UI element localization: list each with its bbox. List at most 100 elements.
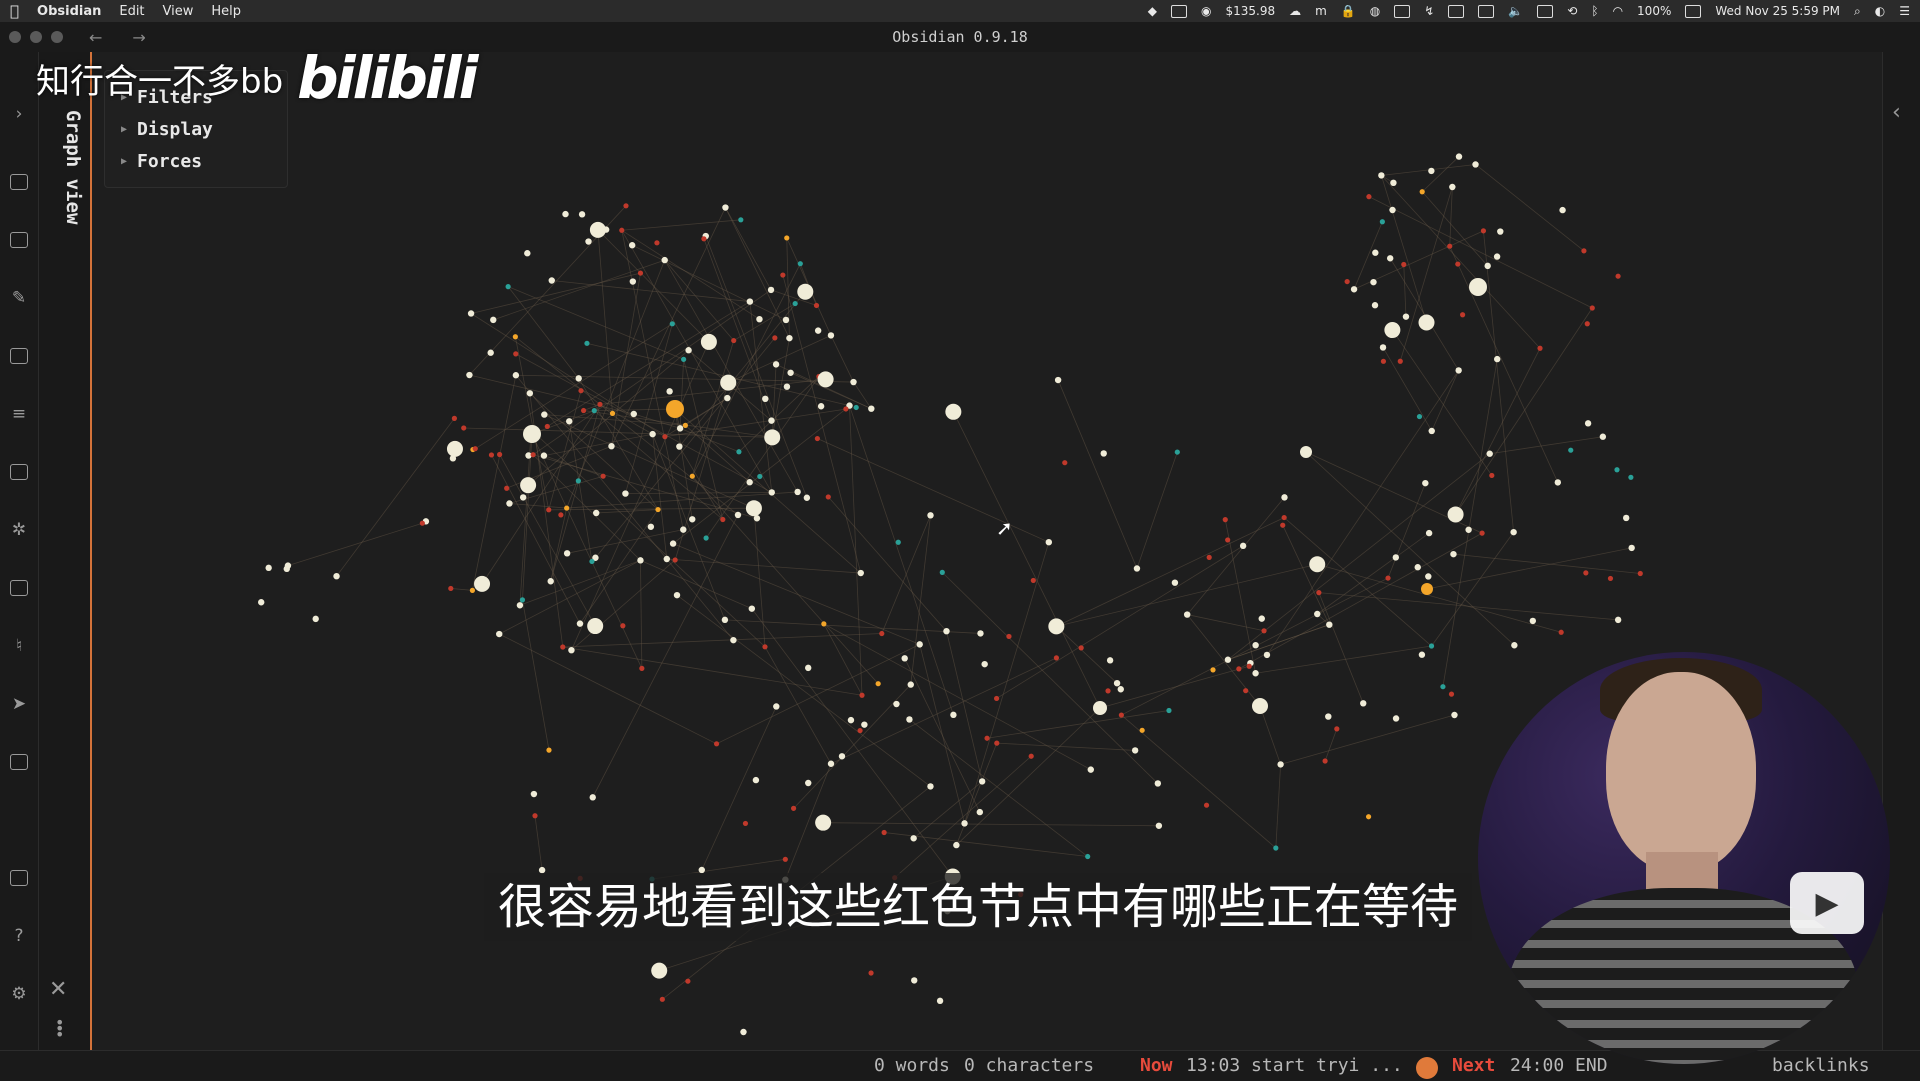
graph-node[interactable]	[1447, 243, 1453, 249]
graph-node[interactable]	[1493, 253, 1501, 260]
graph-node[interactable]	[1085, 853, 1091, 860]
graph-node[interactable]	[689, 516, 696, 523]
graph-node[interactable]	[1113, 679, 1121, 687]
graph-node[interactable]	[1210, 667, 1216, 673]
graph-node[interactable]	[936, 997, 944, 1005]
graph-node[interactable]	[977, 630, 984, 637]
graph-node[interactable]	[745, 500, 762, 517]
graph-node[interactable]	[651, 962, 668, 979]
graph-node[interactable]	[752, 776, 760, 784]
graph-node[interactable]	[1300, 446, 1312, 458]
graph-node[interactable]	[1401, 261, 1407, 268]
graph-node[interactable]	[794, 488, 801, 496]
graph-node[interactable]	[682, 422, 688, 428]
graph-node[interactable]	[628, 242, 636, 249]
graph-node[interactable]	[576, 620, 584, 627]
graph-node[interactable]	[547, 578, 554, 585]
graph-node[interactable]	[512, 372, 520, 379]
graph-node[interactable]	[1224, 656, 1232, 663]
graph-node[interactable]	[584, 340, 590, 346]
graph-node[interactable]	[680, 526, 687, 533]
graph-node[interactable]	[1252, 698, 1268, 714]
graph-node[interactable]	[672, 557, 678, 563]
graph-node[interactable]	[1386, 255, 1394, 262]
graph-node[interactable]	[540, 452, 548, 459]
graph-node[interactable]	[1440, 684, 1446, 690]
graph-node[interactable]	[1428, 167, 1435, 175]
graph-node[interactable]	[1480, 228, 1487, 234]
graph-node[interactable]	[803, 494, 811, 501]
graph-node[interactable]	[497, 451, 503, 458]
graph-node[interactable]	[532, 813, 538, 819]
graph-node[interactable]	[1469, 278, 1487, 296]
graph-node[interactable]	[1258, 615, 1265, 622]
graph-node[interactable]	[857, 727, 863, 734]
graph-node[interactable]	[558, 512, 564, 518]
graph-node[interactable]	[1583, 570, 1589, 576]
graph-node[interactable]	[1607, 575, 1614, 582]
graph-node[interactable]	[637, 270, 644, 276]
graph-node[interactable]	[451, 415, 458, 421]
graph-node[interactable]	[772, 335, 778, 341]
graph-node[interactable]	[666, 400, 684, 418]
graph-node[interactable]	[580, 407, 587, 414]
graph-node[interactable]	[1449, 183, 1456, 191]
graph-node[interactable]	[1100, 450, 1107, 457]
graph-node[interactable]	[1402, 313, 1410, 320]
graph-node[interactable]	[1479, 530, 1485, 536]
hd-icon[interactable]	[1394, 4, 1411, 18]
graph-node[interactable]	[1350, 286, 1358, 293]
graph-view-icon[interactable]: ✲	[7, 518, 31, 542]
graph-node[interactable]	[953, 841, 960, 849]
graph-node[interactable]	[1236, 666, 1242, 672]
graph-node[interactable]	[901, 655, 908, 662]
graph-node[interactable]	[609, 410, 616, 416]
graph-node[interactable]	[623, 203, 629, 209]
cloud-icon[interactable]: ☁	[1289, 4, 1301, 18]
graph-node[interactable]	[1390, 179, 1397, 187]
graph-node[interactable]	[814, 327, 822, 334]
graph-node[interactable]	[544, 423, 550, 430]
graph-node[interactable]	[1206, 554, 1212, 560]
graph-node[interactable]	[661, 256, 668, 264]
graph-node[interactable]	[1273, 845, 1279, 851]
graph-node[interactable]	[1106, 657, 1114, 664]
graph-node[interactable]	[1568, 447, 1574, 453]
graph-node[interactable]	[575, 375, 582, 382]
graph-node[interactable]	[772, 361, 780, 368]
graph-node[interactable]	[1537, 345, 1543, 351]
graph-node[interactable]	[1372, 249, 1379, 256]
dropbox-icon[interactable]: ◆	[1148, 4, 1157, 18]
graph-node[interactable]	[911, 977, 918, 984]
graph-node[interactable]	[600, 473, 606, 479]
graph-node[interactable]	[1280, 522, 1286, 528]
volume-icon[interactable]: 🔈	[1508, 4, 1523, 18]
more-options-icon[interactable]: • • •	[55, 1015, 64, 1043]
graph-node[interactable]	[564, 505, 570, 511]
display-toggle[interactable]: ▶ Display	[121, 119, 213, 140]
graph-node[interactable]	[1489, 472, 1495, 479]
graph-node[interactable]	[1326, 621, 1333, 628]
graph-node[interactable]	[1366, 194, 1372, 200]
graph-node[interactable]	[1334, 726, 1340, 732]
graph-node[interactable]	[981, 660, 988, 668]
graph-node[interactable]	[1584, 420, 1592, 427]
graph-node[interactable]	[1418, 651, 1426, 658]
graph-node[interactable]	[1419, 189, 1425, 195]
graph-node[interactable]	[619, 227, 625, 233]
grid-icon[interactable]	[7, 750, 31, 774]
graph-node[interactable]	[721, 616, 729, 624]
pencil-icon[interactable]: ✎	[7, 286, 31, 310]
graph-node[interactable]	[1183, 611, 1191, 618]
graph-node[interactable]	[1448, 691, 1455, 697]
graph-node[interactable]	[1497, 228, 1504, 235]
graph-node[interactable]	[504, 485, 510, 491]
globe-icon[interactable]: ◍	[1370, 4, 1380, 18]
graph-node[interactable]	[546, 747, 552, 753]
vault-icon[interactable]	[7, 866, 31, 890]
graph-node[interactable]	[1133, 565, 1141, 572]
graph-node[interactable]	[1325, 713, 1332, 720]
graph-node[interactable]	[742, 820, 749, 827]
graph-node[interactable]	[546, 507, 552, 513]
graph-node[interactable]	[1054, 376, 1062, 384]
